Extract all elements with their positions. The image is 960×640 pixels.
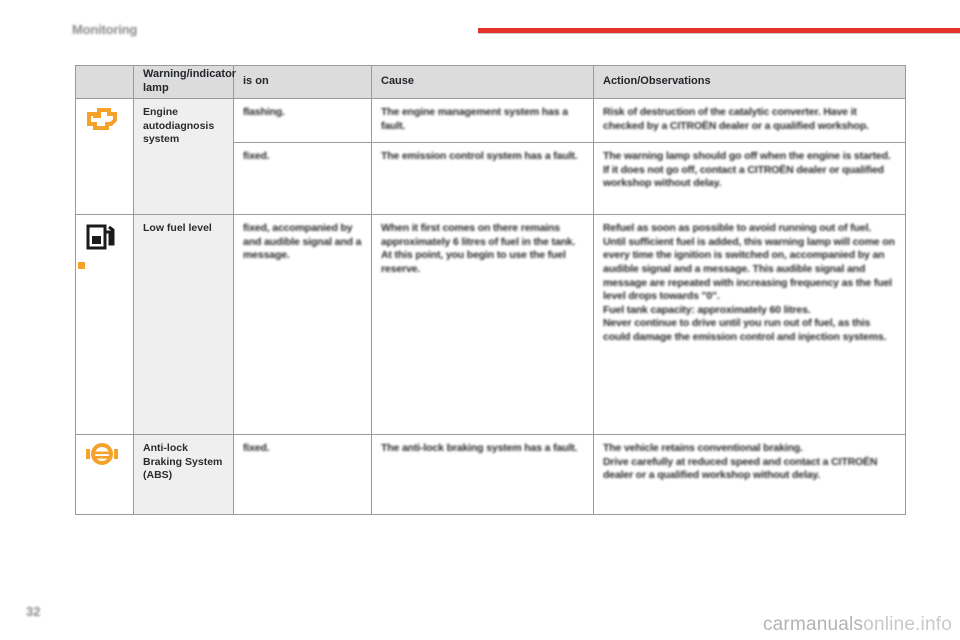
table-row: Anti-lock Braking System (ABS) fixed. Th… — [75, 434, 906, 516]
warning-lamp-table: Warning/indicator lamp is on Cause Actio… — [75, 65, 906, 516]
is-on-fuel: fixed, accompanied by and audible signal… — [233, 214, 372, 436]
column-header-action: Action/Observations — [593, 65, 906, 99]
action-engine-fixed: The warning lamp should go off when the … — [593, 142, 906, 216]
manual-page: Monitoring Warning/indicator lamp is on … — [0, 0, 960, 640]
is-on-abs: fixed. — [233, 434, 372, 516]
cause-text: The emission control system has a fault. — [381, 150, 578, 163]
cause-fuel: When it first comes on there remains app… — [371, 214, 594, 436]
action-text: Refuel as soon as possible to avoid runn… — [603, 222, 895, 343]
column-header-is-on: is on — [233, 65, 372, 99]
is-on-text: fixed, accompanied by and audible signal… — [243, 222, 362, 262]
cause-engine-flashing: The engine management system has a fault… — [371, 97, 594, 144]
watermark: carmanualsonline.info — [763, 614, 952, 636]
abs-icon — [85, 442, 119, 466]
table-header-row: Warning/indicator lamp is on Cause Actio… — [75, 65, 906, 99]
watermark-suffix: online.info — [863, 614, 952, 635]
engine-autodiagnosis-icon — [85, 106, 119, 132]
cause-engine-fixed: The emission control system has a fault. — [371, 142, 594, 216]
lamp-label-fuel: Low fuel level — [133, 214, 234, 436]
action-abs: The vehicle retains conventional braking… — [593, 434, 906, 516]
chapter-title: Monitoring — [72, 22, 138, 37]
action-text: Risk of destruction of the catalytic con… — [603, 106, 869, 132]
page-header: Monitoring — [0, 0, 960, 40]
table-row: Engine autodiagnosis system flashing. Th… — [75, 97, 906, 216]
low-fuel-level-icon — [85, 222, 117, 252]
lamp-label-engine: Engine autodiagnosis system — [133, 97, 234, 216]
row-icon-cell-abs — [75, 434, 134, 516]
watermark-prefix: carmanuals — [762, 614, 864, 635]
column-header-icon — [75, 65, 134, 99]
column-header-cause: Cause — [371, 65, 594, 99]
action-text: The vehicle retains conventional braking… — [603, 442, 878, 482]
action-fuel: Refuel as soon as possible to avoid runn… — [593, 214, 906, 436]
table-row: Low fuel level fixed, accompanied by and… — [75, 214, 906, 436]
cause-text: The engine management system has a fault… — [381, 106, 568, 132]
header-rule-grey — [478, 33, 960, 34]
row-icon-cell-engine — [75, 97, 134, 216]
is-on-text: fixed. — [243, 150, 270, 163]
page-number: 32 — [26, 604, 41, 619]
fuel-icon-indicator-dot — [78, 262, 85, 269]
action-engine-flashing: Risk of destruction of the catalytic con… — [593, 97, 906, 144]
cause-text: When it first comes on there remains app… — [381, 222, 576, 275]
is-on-engine-fixed: fixed. — [233, 142, 372, 216]
is-on-text: flashing. — [243, 106, 285, 118]
row-icon-cell-fuel — [75, 214, 134, 436]
is-on-text: fixed. — [243, 442, 270, 455]
action-text: The warning lamp should go off when the … — [603, 150, 891, 190]
column-header-lamp: Warning/indicator lamp — [133, 65, 236, 99]
cause-text: The anti-lock braking system has a fault… — [381, 442, 578, 455]
cause-abs: The anti-lock braking system has a fault… — [371, 434, 594, 516]
lamp-label-abs: Anti-lock Braking System (ABS) — [133, 434, 234, 516]
is-on-engine-flashing: flashing. — [233, 97, 372, 144]
